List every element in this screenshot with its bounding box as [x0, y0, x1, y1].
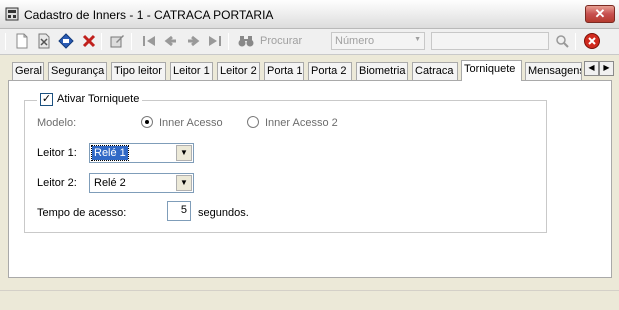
- edit-icon[interactable]: [108, 32, 126, 50]
- reader1-value: Relé 1: [91, 145, 129, 161]
- access-time-unit: segundos.: [198, 207, 249, 219]
- toolbar-separator: [575, 33, 576, 50]
- close-button[interactable]: ✕: [585, 5, 615, 23]
- tab-biometria[interactable]: Biometria: [356, 62, 408, 80]
- tab-scroll-right-icon[interactable]: ▶: [599, 61, 614, 76]
- tab-mensagens[interactable]: Mensagens: [525, 62, 582, 80]
- model-radio-inner-acesso[interactable]: [141, 116, 153, 128]
- last-record-icon[interactable]: [206, 32, 224, 50]
- chevron-down-icon[interactable]: ▼: [176, 175, 192, 191]
- model-label: Modelo:: [37, 117, 77, 129]
- status-bar: [0, 290, 619, 310]
- toolbar-separator: [131, 33, 132, 50]
- app-icon: [5, 7, 19, 21]
- window-title: Cadastro de Inners - 1 - CATRACA PORTARI…: [24, 8, 274, 22]
- delete-icon[interactable]: [80, 32, 98, 50]
- access-time-label: Tempo de acesso:: [37, 207, 127, 219]
- enable-torniquete-label: Ativar Torniquete: [57, 93, 140, 105]
- search-label: Procurar: [260, 35, 303, 47]
- binoculars-icon[interactable]: [237, 32, 255, 50]
- title-bar: Cadastro de Inners - 1 - CATRACA PORTARI…: [0, 0, 619, 29]
- chevron-down-icon[interactable]: ▼: [176, 145, 192, 161]
- first-record-icon[interactable]: [140, 32, 158, 50]
- new-document-icon[interactable]: [13, 32, 31, 50]
- tab-scroll-left-icon[interactable]: ◀: [584, 61, 599, 76]
- search-field-select[interactable]: Número ▼: [331, 32, 425, 50]
- toolbar-separator: [228, 33, 229, 50]
- tab-tipo-leitor[interactable]: Tipo leitor: [111, 62, 166, 80]
- tab-porta-1[interactable]: Porta 1: [264, 62, 304, 80]
- reader2-label: Leitor 2:: [37, 177, 77, 189]
- reader2-value: Relé 2: [94, 177, 126, 189]
- toolbar-separator: [101, 33, 102, 50]
- save-icon[interactable]: [57, 32, 75, 50]
- tab-seguranca[interactable]: Segurança: [48, 62, 107, 80]
- checkbox-checked-icon[interactable]: ✓: [40, 92, 53, 106]
- tab-strip: Geral Segurança Tipo leitor Leitor 1 Lei…: [8, 60, 614, 81]
- model-option-inner-acesso-2: Inner Acesso 2: [265, 117, 338, 129]
- close-icon: ✕: [594, 6, 606, 21]
- reader1-select[interactable]: Relé 1 ▼: [89, 143, 194, 163]
- chevron-down-icon: ▼: [414, 36, 421, 43]
- toolbar: Procurar Número ▼: [0, 29, 619, 55]
- cancel-document-icon[interactable]: [35, 32, 53, 50]
- search-input[interactable]: [431, 32, 549, 50]
- previous-record-icon[interactable]: [162, 32, 180, 50]
- model-option-inner-acesso: Inner Acesso: [159, 117, 223, 129]
- access-time-value: 5: [180, 204, 187, 216]
- enable-torniquete-checkbox[interactable]: ✓ Ativar Torniquete: [37, 92, 143, 106]
- reader1-label: Leitor 1:: [37, 147, 77, 159]
- access-time-input[interactable]: 5: [167, 201, 191, 221]
- next-record-icon[interactable]: [184, 32, 202, 50]
- tab-torniquete[interactable]: Torniquete: [461, 60, 522, 81]
- search-field-value: Número: [335, 35, 375, 47]
- tab-catraca[interactable]: Catraca: [412, 62, 458, 80]
- reader2-select[interactable]: Relé 2 ▼: [89, 173, 194, 193]
- tab-porta-2[interactable]: Porta 2: [308, 62, 352, 80]
- tab-leitor-2[interactable]: Leitor 2: [217, 62, 260, 80]
- model-radio-inner-acesso-2[interactable]: [247, 116, 259, 128]
- torniquete-panel: ✓ Ativar Torniquete Modelo: Inner Acesso…: [8, 80, 612, 278]
- magnifier-icon[interactable]: [553, 32, 571, 50]
- tab-geral[interactable]: Geral: [12, 62, 44, 80]
- tab-leitor-1[interactable]: Leitor 1: [170, 62, 213, 80]
- toolbar-separator: [5, 33, 6, 50]
- exit-icon[interactable]: [583, 32, 601, 50]
